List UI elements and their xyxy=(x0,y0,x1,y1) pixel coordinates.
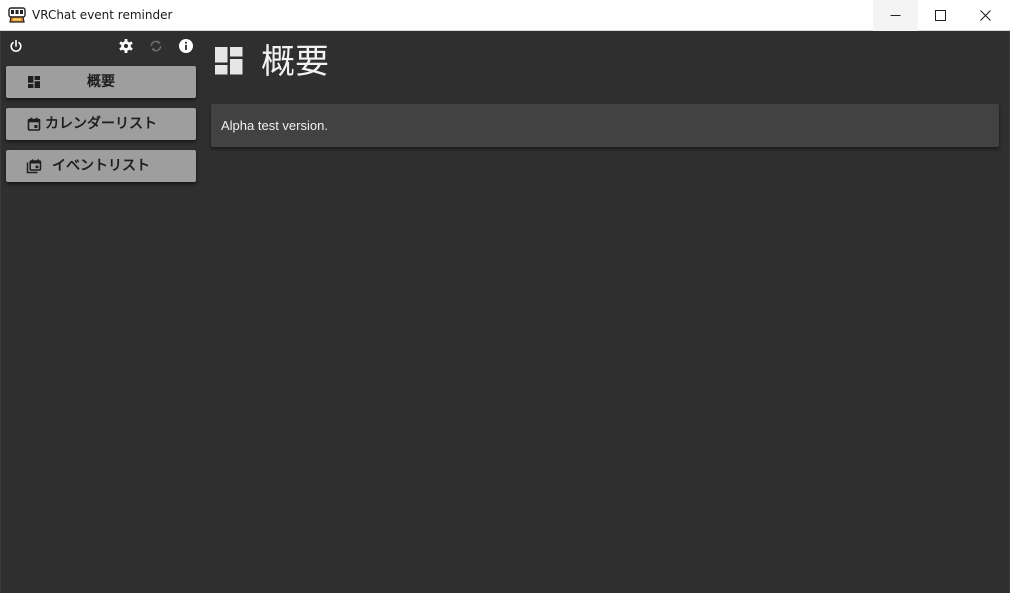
close-icon xyxy=(980,10,991,21)
close-button[interactable] xyxy=(963,0,1008,31)
sidebar-item-overview[interactable]: 概要 xyxy=(6,66,196,98)
notice-card: Alpha test version. xyxy=(211,104,999,147)
sidebar-item-calendar-list[interactable]: カレンダーリスト xyxy=(6,108,196,140)
minimize-button[interactable] xyxy=(873,0,918,31)
notice-text: Alpha test version. xyxy=(221,118,328,133)
dashboard-icon xyxy=(215,47,243,75)
app-logo-icon xyxy=(8,6,26,24)
sidebar-item-label: イベントリスト xyxy=(52,158,150,174)
minimize-icon xyxy=(890,15,901,16)
sync-icon[interactable] xyxy=(148,38,164,54)
window-title: VRChat event reminder xyxy=(32,8,173,22)
info-icon[interactable] xyxy=(178,38,194,54)
gear-icon[interactable] xyxy=(118,38,134,54)
sidebar-item-event-list[interactable]: イベントリスト xyxy=(6,150,196,182)
window-titlebar: VRChat event reminder xyxy=(0,0,1010,31)
maximize-button[interactable] xyxy=(918,0,963,31)
power-icon[interactable] xyxy=(8,38,24,54)
page-title: 概要 xyxy=(261,42,329,82)
sidebar-item-label: カレンダーリスト xyxy=(45,116,157,132)
sidebar-item-label: 概要 xyxy=(87,74,115,90)
maximize-icon xyxy=(935,10,946,21)
